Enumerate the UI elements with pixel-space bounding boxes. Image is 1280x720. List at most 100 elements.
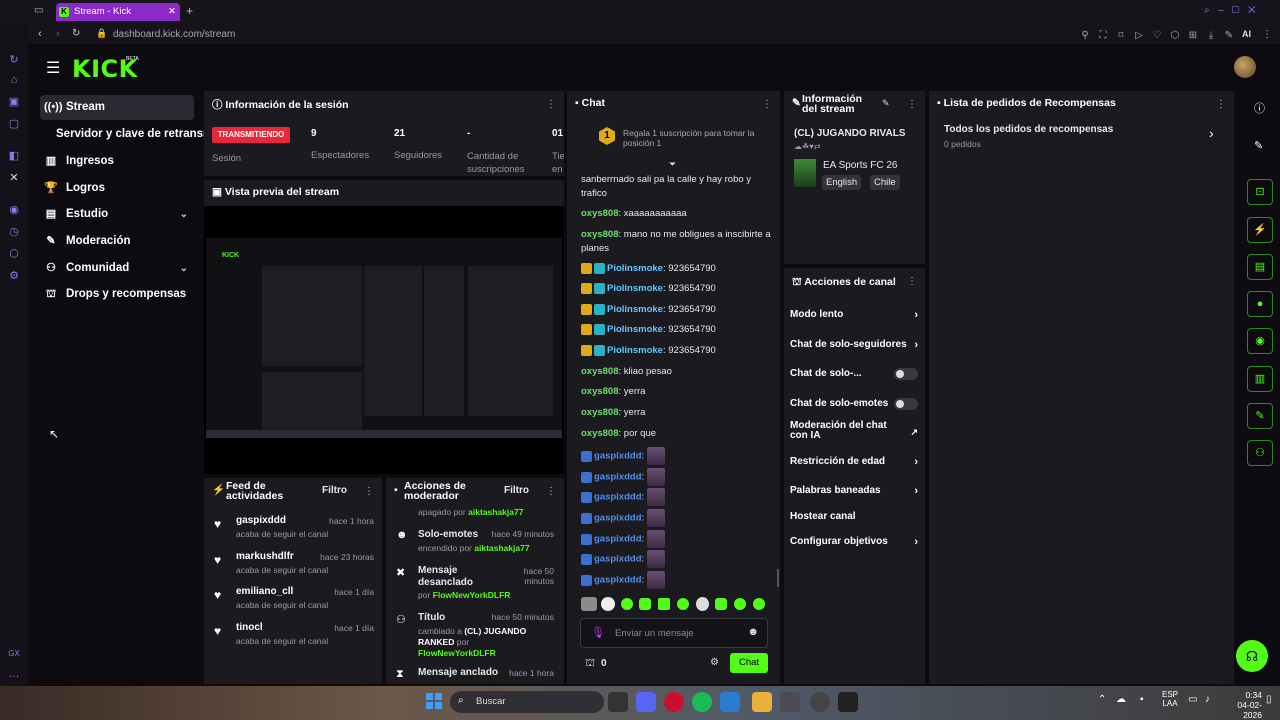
game-thumbnail[interactable] [794, 159, 816, 187]
close-window-icon[interactable]: ✕ [1248, 5, 1256, 16]
emote-icon[interactable] [581, 597, 597, 611]
lightning-icon[interactable]: ⚡ [1247, 217, 1273, 243]
pin-icon[interactable]: ⚲ [1076, 30, 1094, 41]
settings-icon[interactable]: ⚙ [6, 268, 22, 284]
emote-icon[interactable] [621, 598, 633, 610]
age-restriction-item[interactable]: Restricción de edad › [790, 451, 918, 473]
gift-promo[interactable]: 1 Regala 1 suscripción para tomar la pos… [567, 117, 780, 165]
all-rewards-row[interactable]: Todos los pedidos de recompensas 0 pedid… [929, 119, 1234, 155]
set-goals-item[interactable]: Configurar objetivos › [790, 531, 918, 553]
store-icon[interactable]: ⛫ [585, 657, 595, 671]
gx-icon[interactable]: GX [6, 646, 22, 662]
play-icon[interactable]: ▷ [1130, 30, 1148, 41]
avatar[interactable] [1234, 56, 1256, 78]
messenger-icon[interactable]: ▢ [6, 116, 22, 132]
ai-icon[interactable]: ✎ [1220, 30, 1238, 41]
notes-icon[interactable]: ▤ [1247, 254, 1273, 280]
cloud-icon[interactable]: ☁ [1116, 694, 1126, 705]
forward-icon[interactable]: › [56, 28, 60, 40]
wrench-icon[interactable]: ✎ [1247, 403, 1273, 429]
taskbar-search[interactable]: ⌕ Buscar [450, 691, 604, 713]
ai-moderation-item[interactable]: Moderación del chat con IA ↗ [790, 421, 918, 445]
subs-only-toggle[interactable] [894, 368, 918, 380]
screenshot-icon[interactable]: ⊡ [1247, 179, 1273, 205]
snapshot-icon[interactable]: ⛶ [1094, 30, 1112, 41]
chat-scrollbar[interactable] [777, 569, 779, 587]
menu-icon[interactable]: ⋮ [1262, 29, 1272, 40]
reload-icon[interactable]: ↻ [72, 28, 80, 39]
store-icon[interactable]: ▣ [6, 94, 22, 110]
ai-label[interactable]: AI [1242, 29, 1251, 39]
tag-english[interactable]: English [822, 175, 862, 190]
app-tray-icon[interactable]: ▪ [1140, 694, 1144, 705]
windows-start-icon[interactable] [426, 693, 442, 709]
channel-actions-menu-icon[interactable]: ⋮ [907, 276, 917, 287]
session-menu-icon[interactable]: ⋮ [546, 99, 556, 110]
aria-icon[interactable]: ⌂ [6, 72, 22, 88]
search-tabs-icon[interactable]: ⌕ [1204, 5, 1210, 16]
sidebar-item-ingresos[interactable]: ▥ Ingresos [40, 149, 194, 174]
opera-taskbar-icon[interactable] [664, 692, 684, 712]
extensions-icon[interactable]: ⬡ [6, 246, 22, 262]
sidebar-item-moderacion[interactable]: ✎ Moderación [40, 229, 194, 254]
emote-icon[interactable] [734, 598, 746, 610]
emote-icon[interactable] [753, 598, 765, 610]
language-indicator[interactable]: ESP LAA [1162, 690, 1178, 708]
extensions-puzzle-icon[interactable]: ⊞ [1184, 30, 1202, 41]
store-taskbar-icon[interactable] [780, 692, 800, 712]
cube-icon[interactable]: ⬡ [1166, 30, 1184, 41]
epic-games-icon[interactable] [838, 692, 858, 712]
emote-icon[interactable] [715, 598, 727, 610]
tag-chile[interactable]: Chile [870, 175, 900, 190]
support-headset-icon[interactable]: ☊ [1236, 640, 1268, 672]
video-player[interactable]: KICK [204, 206, 564, 474]
send-chat-button[interactable]: Chat [730, 653, 768, 673]
emotes-only-toggle[interactable] [894, 398, 918, 410]
community-icon[interactable]: ⚇ [1247, 440, 1273, 466]
sidebar-item-drops[interactable]: ⛫ Drops y recompensas [40, 282, 194, 307]
emote-icon[interactable] [696, 597, 709, 611]
discord-icon[interactable] [636, 692, 656, 712]
info-icon[interactable]: ⓘ [1254, 100, 1265, 116]
edit-layout-icon[interactable]: ✎ [1254, 139, 1263, 152]
network-icon[interactable]: ▭ [1188, 694, 1197, 705]
chat-settings-icon[interactable]: ⚙ [710, 657, 719, 668]
chat-bubble-icon[interactable]: ● [1247, 291, 1273, 317]
bookmark-page-icon[interactable]: ⌑ [1112, 30, 1130, 41]
tab-kick-dashboard[interactable]: KStream - Kick Dashboard✕ [56, 3, 180, 35]
sidebar-item-logros[interactable]: 🏆 Logros [40, 176, 194, 201]
app-icon[interactable] [720, 692, 740, 712]
chat-input[interactable]: 🎙 Enviar un mensaje ☻ [580, 618, 768, 648]
notifications-icon[interactable]: ▯ [1266, 694, 1272, 705]
hamburger-menu-icon[interactable]: ☰ [46, 58, 60, 78]
sidebar-item-estudio[interactable]: ▤ Estudio ⌄ [40, 202, 194, 227]
feed-menu-icon[interactable]: ⋮ [364, 486, 374, 497]
heart-icon[interactable]: ♡ [1148, 30, 1166, 41]
volume-icon[interactable]: ♪ [1205, 694, 1210, 705]
store-icon[interactable]: ▥ [1247, 366, 1273, 392]
edit-icon[interactable]: ✎ [882, 98, 890, 109]
sidebar-item-comunidad[interactable]: ⚇ Comunidad ⌄ [40, 256, 194, 281]
download-icon[interactable]: ⤓ [1202, 30, 1220, 41]
task-view-icon[interactable] [608, 692, 628, 712]
tray-chevron-icon[interactable]: ⌃ [1098, 694, 1106, 705]
sidebar-item-server-key[interactable]: Servidor y clave de retransmisión [40, 122, 216, 147]
game-name[interactable]: EA Sports FC 26 [823, 160, 897, 171]
speed-dial-icon[interactable]: ↻ [6, 52, 22, 68]
emote-icon[interactable] [639, 598, 651, 610]
microphone-icon[interactable]: 🎙 [591, 626, 605, 639]
rewards-menu-icon[interactable]: ⋮ [1216, 99, 1226, 110]
chat-menu-icon[interactable]: ⋮ [762, 99, 772, 110]
minimize-icon[interactable]: – [1218, 5, 1224, 16]
chat-pinned-icon[interactable]: ⏷ [669, 159, 676, 170]
tabs-menu-icon[interactable]: ▭ [34, 5, 43, 16]
banned-words-item[interactable]: Palabras baneadas › [790, 480, 918, 502]
history-icon[interactable]: ◷ [6, 224, 22, 240]
host-channel-item[interactable]: Hostear canal [790, 506, 918, 528]
slow-mode-item[interactable]: Modo lento › [790, 304, 918, 326]
player-icon[interactable]: ◉ [6, 202, 22, 218]
broadcast-icon[interactable]: ◉ [1247, 328, 1273, 354]
new-tab-icon[interactable]: + [186, 4, 193, 18]
obs-icon[interactable] [810, 692, 830, 712]
file-explorer-icon[interactable] [752, 692, 772, 712]
